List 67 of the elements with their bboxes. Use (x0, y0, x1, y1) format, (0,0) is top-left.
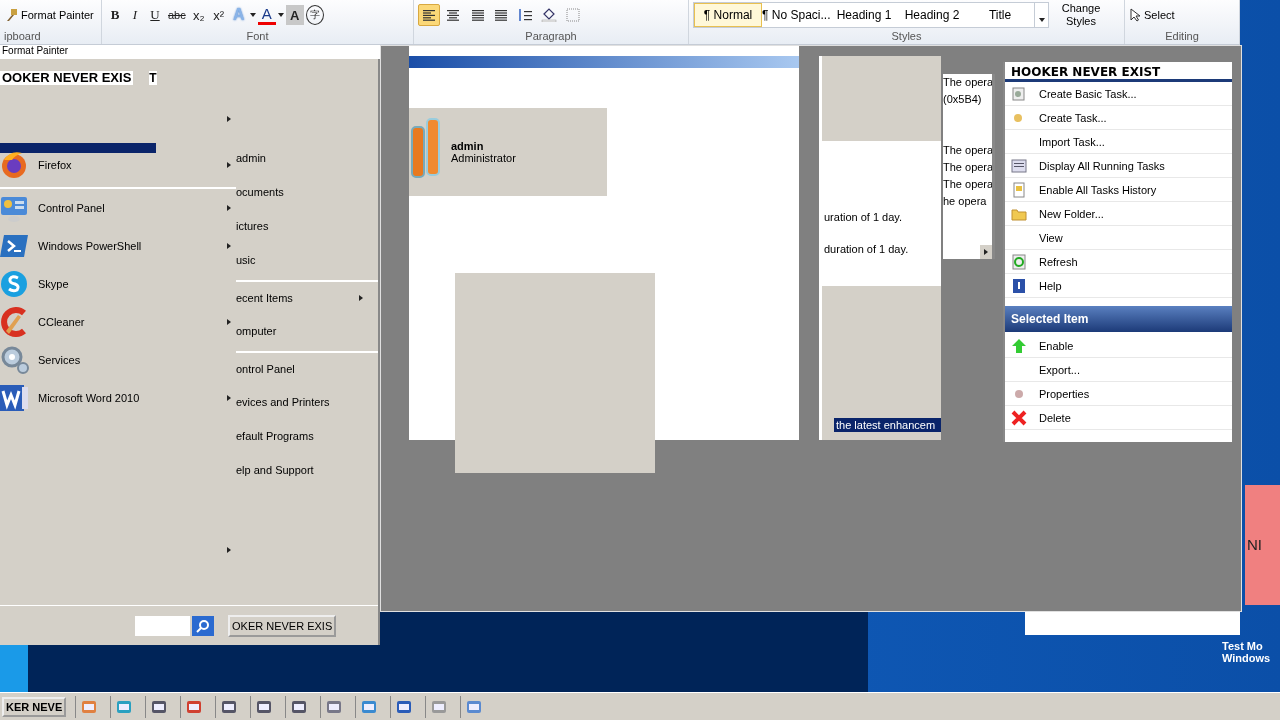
action-item[interactable]: Delete (1005, 406, 1232, 430)
menu-item[interactable]: admin (236, 152, 266, 164)
list-cell-text: (0x5B4) (943, 92, 983, 107)
style-option[interactable]: Title (966, 3, 1034, 27)
menu-item[interactable]: efault Programs (236, 430, 314, 442)
change-styles-button[interactable]: Change Styles (1051, 2, 1111, 28)
group-label: Editing (1164, 30, 1200, 44)
action-item[interactable]: Enable (1005, 334, 1232, 358)
action-item[interactable]: Export... (1005, 358, 1232, 382)
menu-item[interactable]: evices and Printers (236, 396, 330, 408)
program-item[interactable]: CCleaner (0, 307, 226, 337)
action-item[interactable]: View (1005, 226, 1232, 250)
program-item[interactable]: Services (0, 345, 236, 375)
font-format-button[interactable]: abc (166, 5, 188, 25)
program-item[interactable]: Microsoft Word 2010 (0, 383, 226, 413)
menu-header-text: T (149, 71, 157, 85)
menu-header-text: OOKER NEVER EXIS (0, 71, 134, 85)
desktop-text: Test Mo (1222, 640, 1264, 652)
menu-item[interactable]: omputer (236, 325, 277, 337)
start-button[interactable]: KER NEVE (2, 696, 67, 717)
font-format-button[interactable]: x₂ (189, 5, 208, 25)
style-option[interactable]: ¶ No Spaci... (762, 3, 830, 27)
style-option[interactable]: ¶ Normal (694, 3, 762, 27)
select-button[interactable]: Select (1129, 8, 1175, 22)
action-item[interactable]: Properties (1005, 382, 1232, 406)
user-role: Administrator (451, 152, 516, 164)
action-item[interactable]: Display All Running Tasks (1005, 154, 1232, 178)
user-name: admin (451, 140, 485, 152)
font-format-button[interactable]: A (257, 5, 276, 25)
menu-item[interactable]: usic (236, 254, 256, 266)
group-label: ipboard (4, 30, 42, 44)
ghost-toolbar-text: Format Painter (0, 45, 380, 59)
font-format-button[interactable]: U (146, 5, 164, 25)
group-label: Font (245, 30, 270, 44)
action-item[interactable]: New Folder... (1005, 202, 1232, 226)
group-label: Paragraph (524, 30, 578, 44)
action-item[interactable]: Refresh (1005, 250, 1232, 274)
menu-item[interactable]: elp and Support (236, 464, 314, 476)
pane-header: Selected Item (1005, 306, 1232, 332)
style-option[interactable]: Heading 2 (898, 3, 966, 27)
description-text: duration of 1 day. (823, 243, 910, 255)
selected-text: the latest enhancem (834, 418, 941, 432)
desktop-text: Windows (1222, 652, 1271, 664)
shutdown-button[interactable]: OKER NEVER EXIS (228, 614, 337, 637)
menu-item[interactable]: ecent Items (236, 292, 293, 304)
description-text: uration of 1 day. (823, 211, 904, 223)
program-item[interactable]: Control Panel (0, 193, 226, 223)
menu-item[interactable]: ontrol Panel (236, 363, 295, 375)
action-item[interactable]: Create Basic Task... (1005, 82, 1232, 106)
font-format-button[interactable]: A (285, 5, 304, 25)
menu-item[interactable]: ocuments (236, 186, 284, 198)
program-item[interactable]: Skype (0, 269, 236, 299)
alert-text: NI (1245, 485, 1280, 605)
action-item[interactable]: Create Task... (1005, 106, 1232, 130)
list-cell-text: he opera (943, 194, 988, 209)
program-item[interactable]: Firefox (0, 150, 226, 180)
style-option[interactable]: Heading 1 (830, 3, 898, 27)
program-item[interactable]: Windows PowerShell (0, 231, 226, 261)
action-item[interactable]: Import Task... (1005, 130, 1232, 154)
font-format-button[interactable]: I (126, 5, 144, 25)
menu-item[interactable]: ictures (236, 220, 269, 232)
font-format-button[interactable]: x² (209, 5, 228, 25)
action-item[interactable]: Enable All Tasks History (1005, 178, 1232, 202)
font-format-button[interactable]: B (106, 5, 124, 25)
action-item[interactable]: Help (1005, 274, 1232, 298)
group-label: Styles (890, 30, 923, 44)
format-painter-button[interactable]: Format Painter (4, 8, 94, 22)
